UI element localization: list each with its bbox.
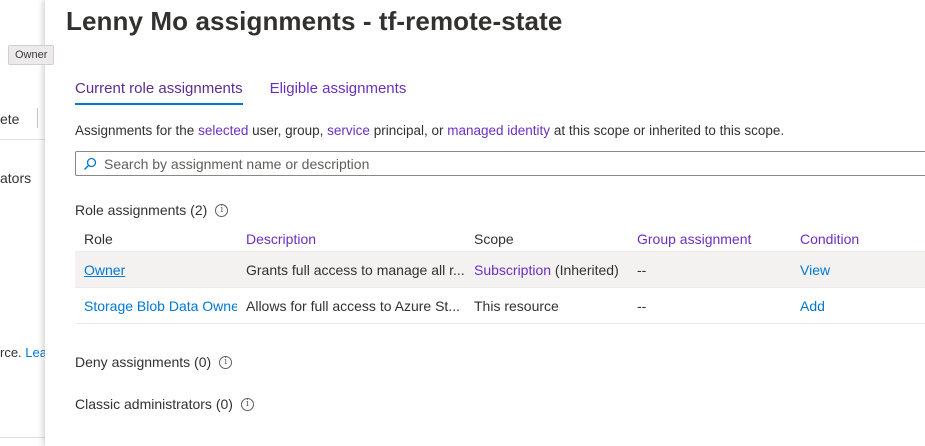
delete-button[interactable]: ete (0, 111, 19, 127)
description-part3: principal, or (369, 123, 448, 138)
deny-assignments-label: Deny assignments (0) (75, 354, 212, 370)
info-icon[interactable]: i (240, 397, 254, 411)
description-part1: Assignments for the (75, 123, 199, 138)
search-input[interactable] (102, 154, 906, 173)
group-assignment-cell: -- (628, 251, 791, 288)
toolbar-divider (37, 108, 38, 128)
role-assignments-heading: Role assignments (2) i (75, 202, 229, 218)
role-cell: Owner (75, 251, 237, 288)
scope-cell: Subscription (Inherited) (465, 251, 628, 288)
search-box[interactable] (75, 151, 925, 176)
footer-separator (0, 437, 45, 438)
assignments-blade: Lenny Mo assignments - tf-remote-state C… (45, 0, 925, 446)
tab-eligible-assignments[interactable]: Eligible assignments (270, 80, 407, 105)
description-cell: Allows for full access to Azure St... (237, 287, 465, 324)
column-header-condition[interactable]: Condition (791, 226, 925, 252)
column-header-role[interactable]: Role (75, 226, 237, 252)
table-header-row: Role Description Scope Group assignment … (75, 226, 925, 252)
scope-cell: This resource (465, 287, 628, 324)
scope-suffix: (Inherited) (551, 261, 619, 278)
background-footer-text: rce. Lea (0, 345, 47, 360)
condition-cell: View (791, 251, 925, 288)
group-assignment-cell: -- (628, 287, 791, 324)
classic-administrators-heading: Classic administrators (0) i (75, 396, 254, 412)
condition-add-link[interactable]: Add (800, 298, 825, 314)
description-selected: selected (198, 123, 249, 138)
background-blade: ete ators rce. Lea (0, 0, 47, 446)
footer-text: rce. (0, 345, 22, 360)
column-header-scope[interactable]: Scope (465, 226, 628, 252)
owner-tooltip: Owner (8, 45, 55, 65)
description-part4: at this scope or inherited to this scope… (550, 123, 785, 138)
learn-more-link[interactable]: Lea (25, 345, 47, 360)
role-link[interactable]: Owner (84, 262, 125, 278)
description-managed-identity: managed identity (447, 123, 551, 138)
column-header-group-assignment[interactable]: Group assignment (628, 226, 791, 252)
scope-text: This resource (474, 297, 559, 314)
role-cell: Storage Blob Data Owne (75, 287, 237, 324)
toolbar-separator (0, 139, 45, 140)
deny-assignments-heading: Deny assignments (0) i (75, 354, 233, 370)
role-link[interactable]: Storage Blob Data Owne (84, 298, 237, 314)
info-icon[interactable]: i (215, 203, 229, 217)
column-header-description[interactable]: Description (237, 226, 465, 252)
condition-view-link[interactable]: View (800, 262, 830, 278)
tab-current-role-assignments[interactable]: Current role assignments (75, 80, 243, 105)
role-assignments-label: Role assignments (2) (75, 202, 208, 218)
sidebar-item-administrators[interactable]: ators (0, 170, 31, 186)
scope-link[interactable]: Subscription (474, 262, 551, 278)
page-title: Lenny Mo assignments - tf-remote-state (66, 6, 563, 36)
table-row[interactable]: Owner Grants full access to manage all r… (75, 251, 925, 288)
table-row[interactable]: Storage Blob Data Owne Allows for full a… (75, 287, 925, 324)
condition-cell: Add (791, 287, 925, 324)
tab-bar: Current role assignments Eligible assign… (75, 80, 433, 105)
role-assignments-table: Role Description Scope Group assignment … (75, 226, 925, 324)
assignments-description: Assignments for the selected user, group… (75, 123, 784, 138)
search-icon (83, 157, 97, 170)
description-cell: Grants full access to manage all r... (237, 251, 465, 288)
description-service: service (327, 123, 370, 138)
info-icon[interactable]: i (219, 355, 233, 369)
description-part2: user, group, (248, 123, 328, 138)
classic-administrators-label: Classic administrators (0) (75, 396, 233, 412)
